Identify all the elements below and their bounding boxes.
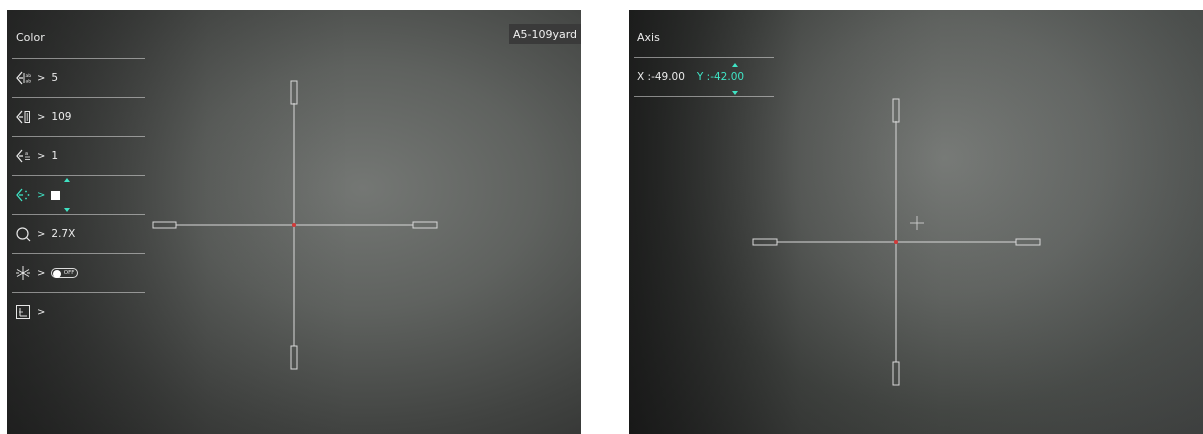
chevron-right-icon: > [37,306,46,318]
menu-item-zoom[interactable]: > 2.7X [15,223,75,245]
freeze-icon [15,265,31,281]
reticle-group-icon: a [15,148,31,164]
chevron-right-icon: > [37,189,46,201]
right-scope-view: Axis X :-49.00 Y :-42.00 [629,10,1203,434]
menu-item-reticle-group[interactable]: a > 1 [15,145,58,167]
crosshair-reticle [152,80,438,370]
color-swatch-white [51,190,61,200]
arrow-up-icon[interactable] [64,178,70,182]
freeze-toggle[interactable]: OFF [51,268,79,278]
menu-item-axis[interactable]: > [15,301,45,323]
menu-item-reticle-pattern[interactable]: ab ab > 5 [15,67,58,89]
arrow-down-icon[interactable] [732,91,738,95]
reticle-color-icon [15,187,31,203]
axis-readout: X :-49.00 Y :-42.00 [637,71,744,83]
svg-text:ab: ab [26,73,32,79]
menu-divider [12,292,145,293]
menu-divider [12,97,145,98]
menu-item-value: 109 [51,111,72,123]
reticle-pattern-icon: ab ab [15,70,31,86]
menu-title: Axis [637,31,660,44]
chevron-right-icon: > [37,111,46,123]
reticle-distance-icon [15,109,31,125]
arrow-down-icon[interactable] [64,208,70,212]
menu-divider [12,175,145,176]
menu-title: Color [16,31,45,44]
menu-item-freeze[interactable]: > OFF [15,262,79,284]
menu-item-value: 2.7X [51,228,76,240]
toggle-state-label: OFF [63,270,75,276]
y-offset-value[interactable]: Y :-42.00 [697,71,744,83]
menu-item-reticle-color[interactable]: > [15,184,61,206]
axis-icon [15,304,31,320]
menu-divider [12,214,145,215]
menu-item-value: 1 [51,150,59,162]
arrow-up-icon[interactable] [732,63,738,67]
menu-divider [12,58,145,59]
svg-text:a: a [25,151,28,157]
reticle-profile-badge: A5-109yard [509,24,581,44]
menu-divider [634,57,774,58]
menu-item-value: 5 [51,72,59,84]
menu-divider [634,96,774,97]
left-scope-view: Color ab ab > 5 > 109 a > 1 > > 2.7X > O… [7,10,581,434]
chevron-right-icon: > [37,267,46,279]
chevron-right-icon: > [37,228,46,240]
menu-divider [12,136,145,137]
x-offset-value[interactable]: X :-49.00 [637,71,685,83]
chevron-right-icon: > [37,150,46,162]
svg-text:ab: ab [26,79,32,85]
toggle-knob [53,270,62,278]
zoom-icon [15,226,31,242]
chevron-right-icon: > [37,72,46,84]
menu-divider [12,253,145,254]
menu-item-reticle-distance[interactable]: > 109 [15,106,71,128]
